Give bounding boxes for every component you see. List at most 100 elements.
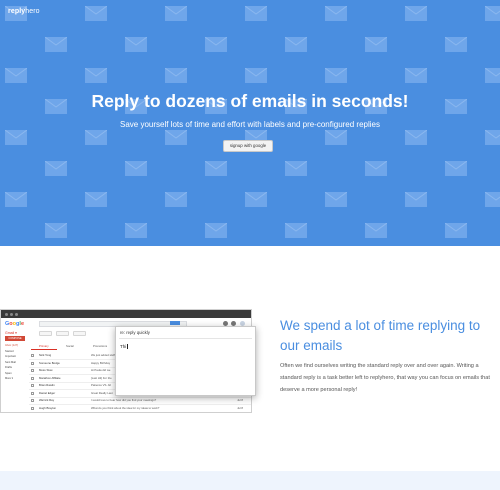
window-close-dot: [5, 312, 8, 316]
envelope-icon: [405, 192, 427, 207]
envelope-icon: [125, 37, 147, 52]
hero-subtitle: Save yourself lots of time and effort wi…: [120, 120, 380, 129]
envelope-icon: [445, 161, 467, 176]
hero-banner: replyhero Reply to dozens of emails in s…: [0, 0, 500, 246]
row-date: Jul 8: [237, 405, 243, 410]
envelope-icon: [85, 192, 107, 207]
envelope-icon: [85, 6, 107, 21]
reply-subject: re: reply quickly: [120, 330, 150, 335]
row-subject: Happy Birthday: [91, 360, 111, 365]
envelope-icon: [5, 130, 27, 145]
envelope-icon: [365, 37, 387, 52]
envelope-icon: [445, 223, 467, 238]
row-checkbox: [31, 384, 34, 387]
reply-body-text: Thi: [120, 344, 127, 349]
sidebar-item: Important: [5, 355, 16, 358]
envelope-icon: [205, 161, 227, 176]
envelope-icon: [45, 37, 67, 52]
gmail-tab: Social: [66, 344, 74, 348]
row-subject: Great Really Last: [91, 390, 113, 395]
next-section-strip: [0, 471, 500, 490]
row-checkbox: [31, 361, 34, 365]
envelope-icon: [285, 37, 307, 52]
envelope-icon: [285, 161, 307, 176]
brand-logo-part1: reply: [8, 8, 26, 15]
envelope-icon: [365, 161, 387, 176]
envelope-icon: [165, 68, 187, 83]
envelope-icon: [365, 223, 387, 238]
gmail-label: Gmail ▾: [5, 331, 17, 335]
row-checkbox: [31, 391, 34, 395]
brand-logo[interactable]: replyhero: [8, 8, 40, 15]
row-sender: Brian Rawlin: [39, 383, 55, 387]
envelope-icon: [485, 6, 500, 21]
row-sender: Daniel Edger: [39, 390, 56, 395]
envelope-icon: [325, 6, 347, 21]
sidebar-item: Inbox (127): [5, 344, 19, 347]
envelope-icon: [325, 192, 347, 207]
row-subject: We just added stuff: [91, 353, 115, 357]
google-logo: Google: [5, 321, 24, 327]
reply-popup: re: reply quickly Thi: [115, 326, 256, 396]
envelope-icon: [325, 130, 347, 145]
row-sender: Nick Tong: [39, 353, 52, 357]
window-zoom-dot: [15, 312, 18, 316]
google-logo-letter: e: [20, 321, 24, 327]
brand-logo-part2: hero: [25, 8, 40, 15]
envelope-icon: [125, 223, 147, 238]
section-body: Often we find ourselves writing the stan…: [280, 363, 490, 394]
table-row: Hugh Brayton What do you think about the …: [29, 405, 251, 412]
row-date: Jul 8: [237, 398, 243, 402]
envelope-icon: [485, 68, 500, 83]
row-sender: Moss Slow: [39, 368, 53, 372]
row-sender: Hugh Brayton: [39, 405, 57, 410]
extension-button: [170, 321, 180, 325]
envelope-icon: [5, 68, 27, 83]
window-minimize-dot: [10, 312, 13, 316]
sidebar-item: Drafts: [5, 366, 12, 369]
envelope-icon: [85, 68, 107, 83]
envelope-icon: [205, 37, 227, 52]
window-titlebar: [1, 310, 251, 318]
section-title: We spend a lot of time replying to our e…: [280, 318, 481, 353]
envelope-icon: [125, 161, 147, 176]
envelope-icon: [445, 37, 467, 52]
sidebar-item: Starred: [5, 349, 14, 353]
compose-button: COMPOSE: [5, 336, 25, 341]
envelope-icon: [245, 6, 267, 21]
select-button: [39, 331, 52, 336]
sidebar-item: Spam: [5, 371, 12, 375]
envelope-icon: [205, 223, 227, 238]
envelope-icon: [405, 6, 427, 21]
row-subject: What do you think about the idea for my …: [91, 405, 160, 410]
envelope-icon: [485, 192, 500, 207]
text-caret: [126, 344, 128, 349]
row-checkbox: [31, 354, 34, 357]
envelope-icon: [285, 223, 307, 238]
row-sender: Marathon Affiliate: [39, 375, 61, 380]
signup-google-button[interactable]: signup with google: [223, 140, 273, 152]
sidebar-item: Sent Mail: [5, 360, 16, 364]
envelope-icon: [85, 130, 107, 145]
envelope-icon: [165, 6, 187, 21]
envelope-icon: [405, 130, 427, 145]
envelope-icon: [405, 68, 427, 83]
row-sender: Warrick Ray: [39, 398, 55, 402]
envelope-icon: [325, 68, 347, 83]
row-checkbox: [31, 376, 34, 380]
hero-title: Reply to dozens of emails in seconds!: [91, 91, 409, 111]
more-button: [73, 331, 86, 336]
row-subject: [Last Hit] For the: [91, 375, 112, 380]
row-checkbox: [31, 399, 34, 402]
sidebar-item: More ▾: [5, 377, 13, 380]
row-subject: Patience VS. All: [91, 383, 111, 387]
envelope-icon: [165, 192, 187, 207]
row-subject: Hi Paula did we: [91, 368, 111, 372]
envelope-icon: [245, 192, 267, 207]
reply-divider: [119, 338, 252, 339]
envelope-icon: [245, 68, 267, 83]
envelope-icon: [485, 130, 500, 145]
refresh-button: [56, 331, 69, 336]
row-subject: I would love to hear how did you find yo…: [91, 398, 157, 402]
row-sender: Someone Bodge: [39, 360, 60, 365]
